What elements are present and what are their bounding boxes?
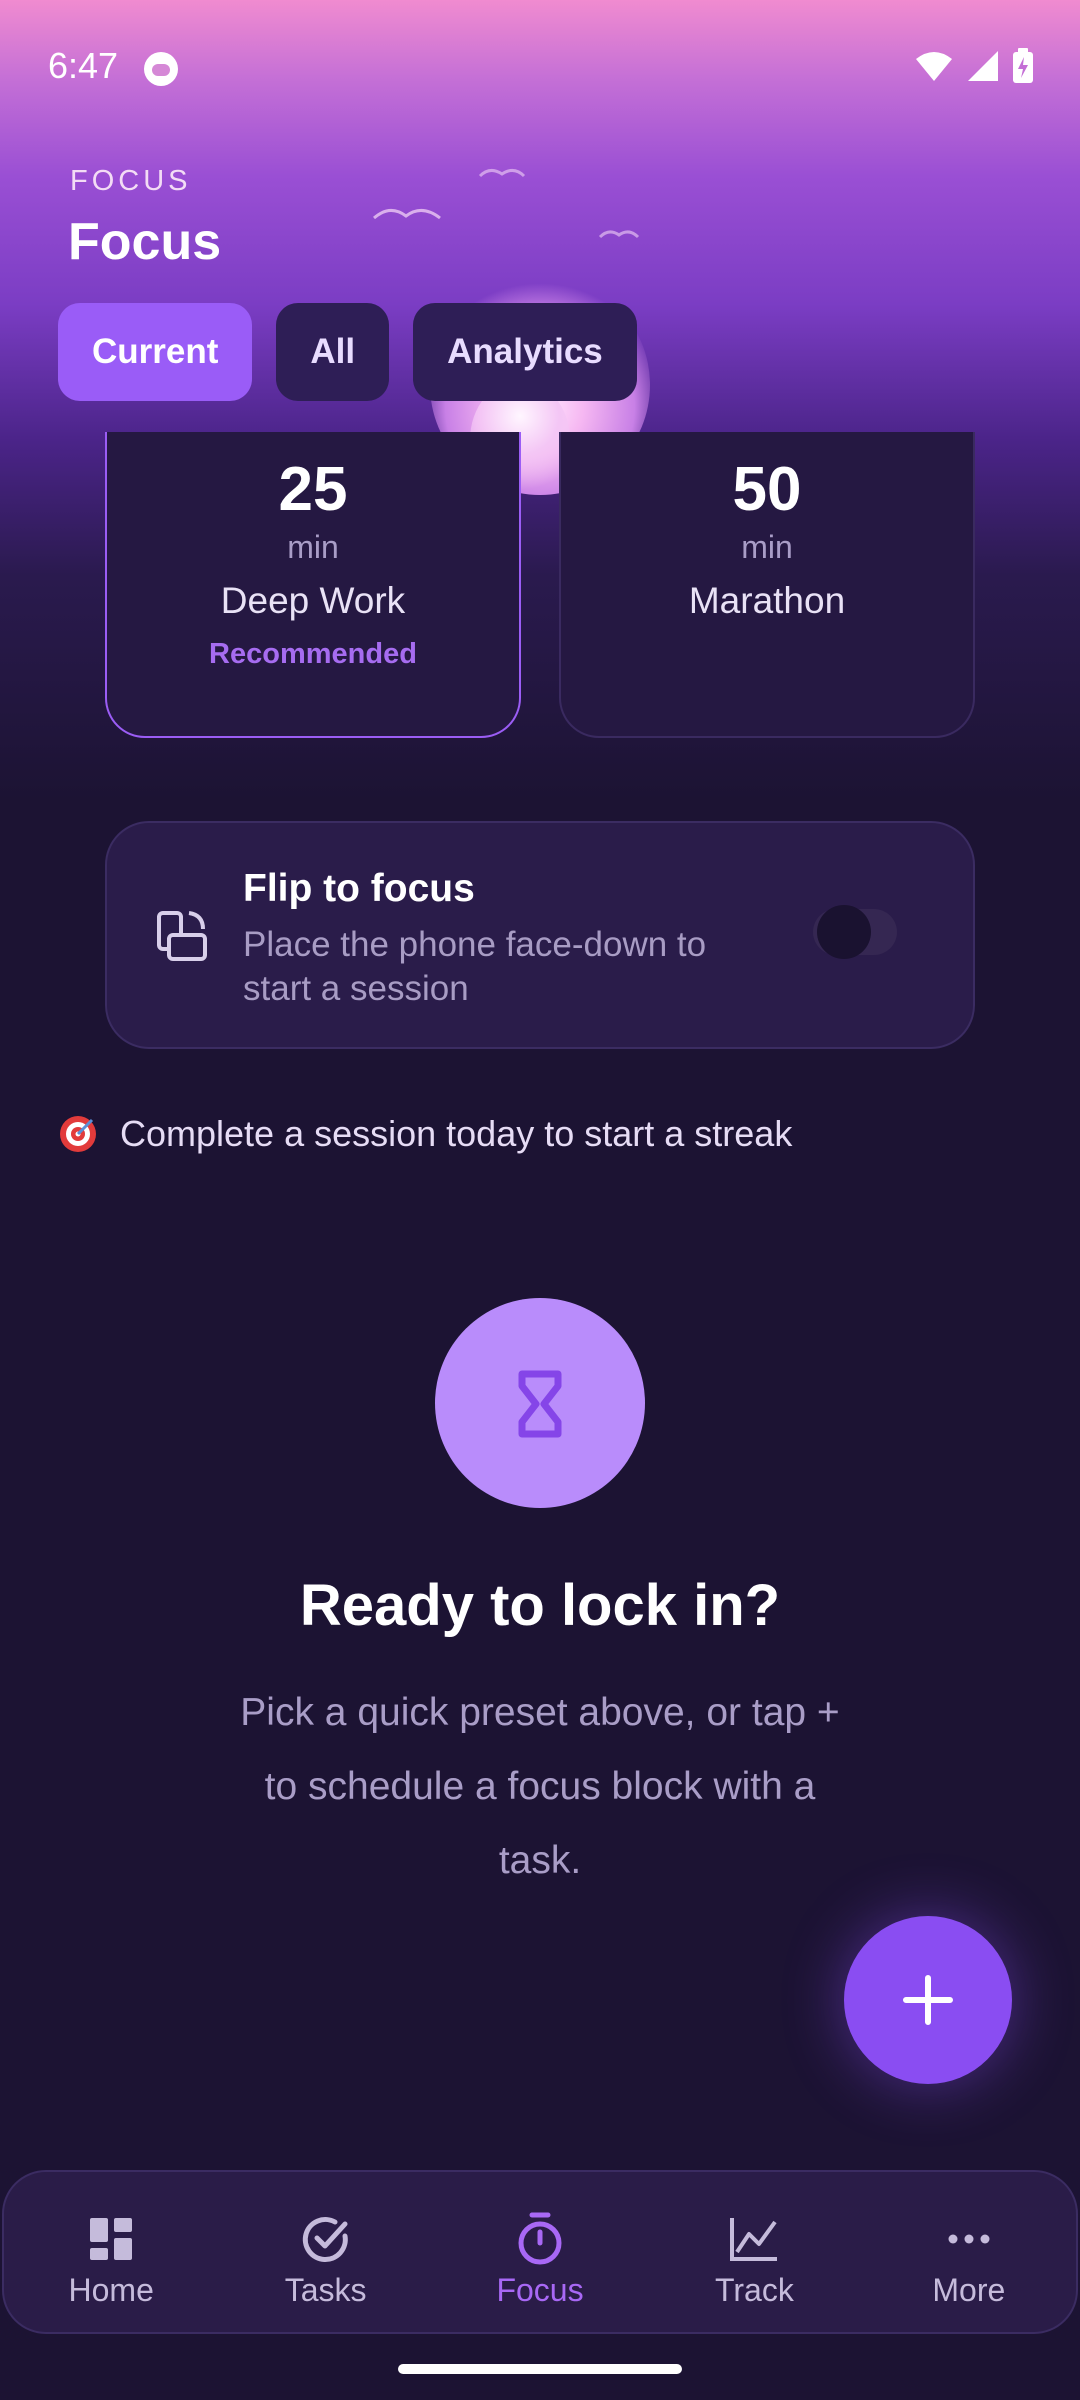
empty-state-hint: Pick a quick preset above, or tap + to s… xyxy=(240,1691,840,1882)
preset-name: Marathon xyxy=(688,580,846,621)
tab-all[interactable]: All xyxy=(276,303,390,401)
section-eyebrow: FOCUS xyxy=(70,165,192,197)
bird-icon xyxy=(372,202,442,224)
home-indicator[interactable] xyxy=(398,2364,682,2374)
bottom-navigation: Home Tasks Focus Track More xyxy=(2,2170,1078,2334)
target-icon xyxy=(58,1114,98,1154)
recommended-badge: Recommended xyxy=(209,638,417,670)
signal-icon xyxy=(966,49,1000,88)
streak-message: Complete a session today to start a stre… xyxy=(120,1113,793,1154)
tab-bar: Current All Analytics xyxy=(58,303,637,401)
preset-minutes: 50 xyxy=(732,455,802,524)
toggle-knob xyxy=(817,905,871,959)
preset-name: Deep Work xyxy=(220,580,406,621)
empty-state-title: Ready to lock in? xyxy=(299,1573,781,1638)
nav-label: Home xyxy=(68,2272,154,2308)
hourglass-badge xyxy=(435,1298,645,1508)
nav-item-more[interactable]: More xyxy=(862,2172,1076,2332)
preset-unit: min xyxy=(287,529,339,565)
nav-label: Tasks xyxy=(284,2272,367,2308)
app-notification-icon xyxy=(144,52,178,86)
nav-item-home[interactable]: Home xyxy=(4,2172,218,2332)
bird-icon xyxy=(598,226,640,240)
nav-label: Focus xyxy=(496,2272,584,2308)
flip-description: Place the phone face-down to start a ses… xyxy=(243,925,707,1008)
page-title: Focus xyxy=(68,213,222,271)
nav-item-track[interactable]: Track xyxy=(647,2172,861,2332)
tab-current[interactable]: Current xyxy=(58,303,253,401)
flip-to-focus-card: Flip to focus Place the phone face-down … xyxy=(105,821,975,1049)
chart-line-icon xyxy=(727,2212,781,2266)
add-session-button[interactable] xyxy=(844,1916,1012,2084)
preset-card-deep-work[interactable]: 25 min Deep Work Recommended xyxy=(105,432,521,738)
bird-icon xyxy=(478,164,526,180)
screen-rotation-icon xyxy=(155,909,211,970)
nav-item-tasks[interactable]: Tasks xyxy=(218,2172,432,2332)
timer-icon xyxy=(513,2212,567,2266)
status-bar: 6:47 xyxy=(0,0,1080,140)
preset-minutes: 25 xyxy=(278,455,348,524)
preset-unit: min xyxy=(741,529,793,565)
battery-icon xyxy=(1012,48,1034,89)
flip-toggle[interactable] xyxy=(813,905,897,959)
nav-item-focus[interactable]: Focus xyxy=(433,2172,647,2332)
check-circle-icon xyxy=(299,2212,353,2266)
tab-analytics[interactable]: Analytics xyxy=(413,303,637,401)
dashboard-icon xyxy=(84,2212,138,2266)
more-horizontal-icon xyxy=(942,2212,996,2266)
status-time: 6:47 xyxy=(48,45,119,86)
preset-card-marathon[interactable]: 50 min Marathon xyxy=(559,432,975,738)
nav-label: Track xyxy=(715,2272,794,2308)
flip-title: Flip to focus xyxy=(243,867,475,910)
nav-label: More xyxy=(932,2272,1006,2308)
wifi-icon xyxy=(914,49,954,88)
